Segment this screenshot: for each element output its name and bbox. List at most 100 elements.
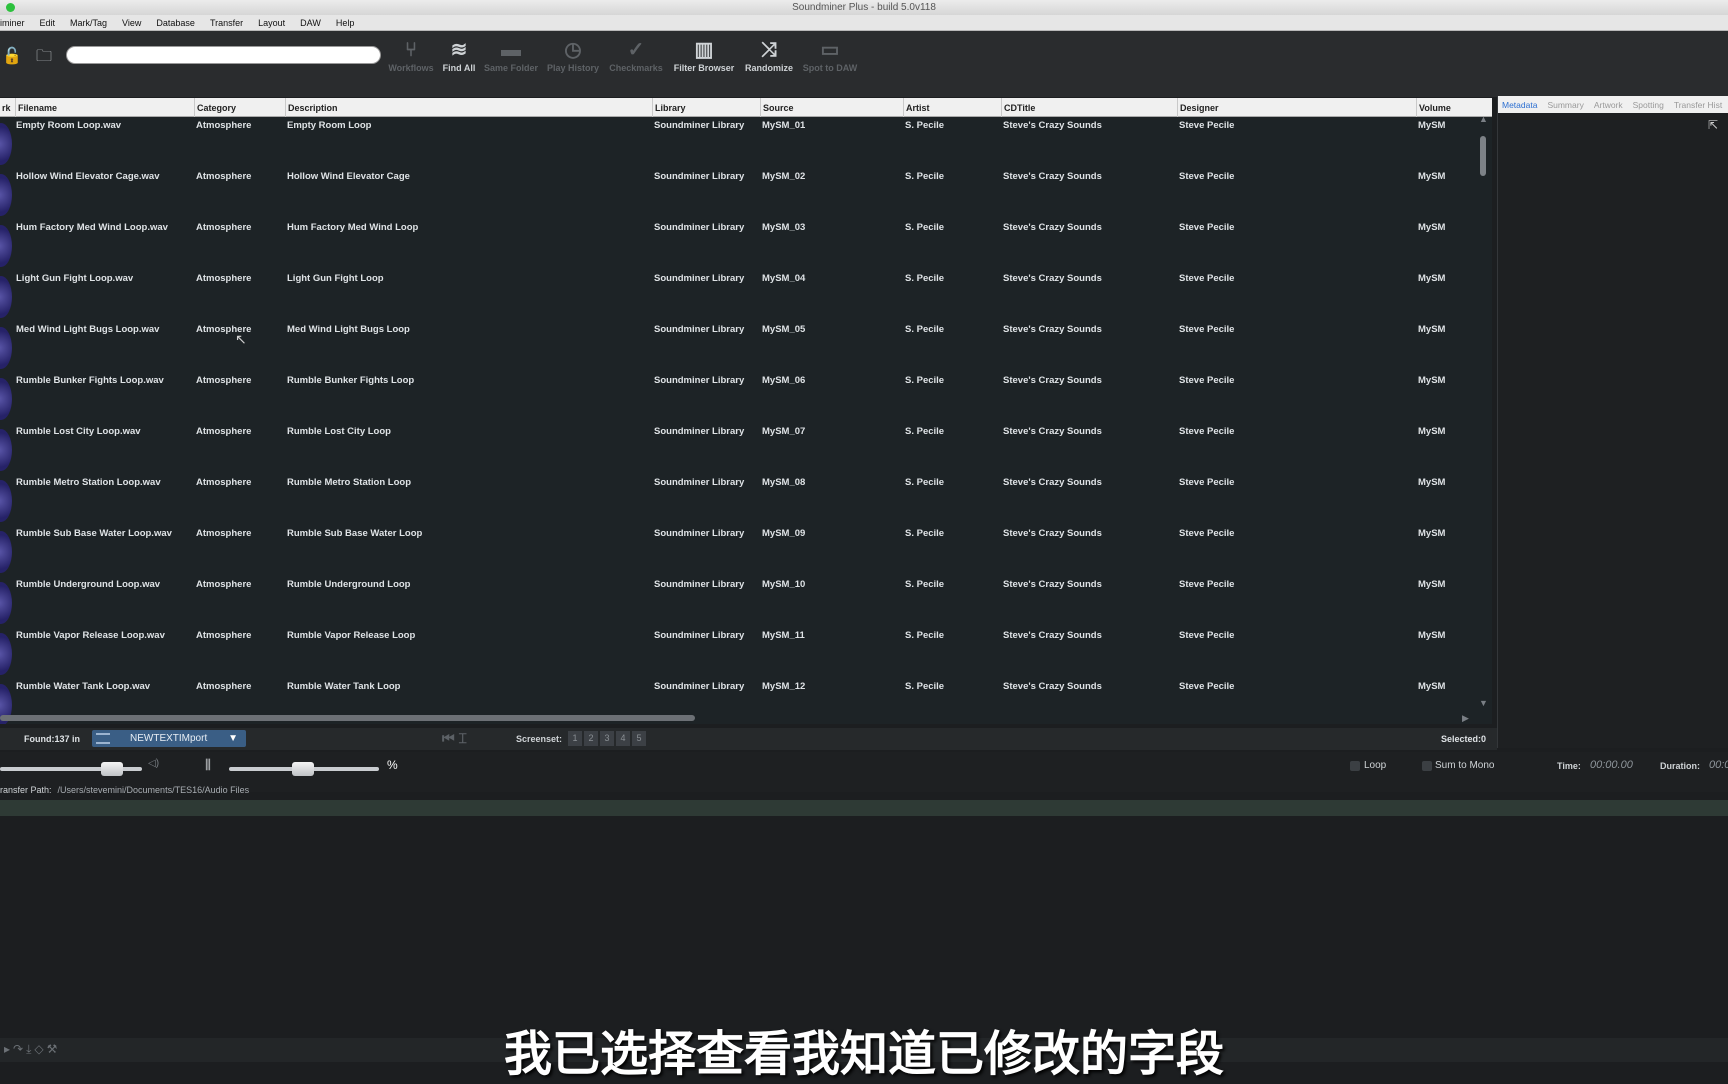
- columns-icon: ▥: [694, 39, 714, 61]
- speaker-icon[interactable]: ◁): [148, 758, 159, 769]
- menu-view[interactable]: View: [122, 18, 141, 28]
- pitch-slider-knob[interactable]: [292, 762, 314, 776]
- table-row[interactable]: Med Wind Light Bugs Loop.wav Atmosphere Me…: [0, 321, 1480, 372]
- spot-to-daw-button[interactable]: ▭ Spot to DAW: [798, 37, 862, 73]
- screenset-button-1[interactable]: 1: [568, 731, 582, 746]
- cell-designer: Steve Pecile: [1179, 375, 1235, 386]
- tab-spotting[interactable]: Spotting: [1633, 100, 1664, 110]
- vertical-scroll-thumb[interactable]: [1480, 136, 1486, 176]
- waveform-thumbnail[interactable]: [0, 123, 12, 165]
- tab-summary[interactable]: Summary: [1547, 100, 1583, 110]
- horizontal-scrollbar[interactable]: ▶: [0, 713, 1470, 723]
- cell-artist: S. Pecile: [905, 324, 945, 335]
- piano-keys-icon[interactable]: ⫼: [205, 757, 211, 773]
- panel-divider[interactable]: [0, 800, 1728, 816]
- cell-category: Atmosphere: [196, 477, 252, 488]
- table-row[interactable]: Rumble Bunker Fights Loop.wav Atmosphere R…: [0, 372, 1480, 423]
- cell-filename: Empty Room Loop.wav: [16, 120, 122, 131]
- window-title: Soundminer Plus - build 5.0v118: [792, 2, 936, 13]
- menu-help[interactable]: Help: [336, 18, 355, 28]
- transfer-path-value[interactable]: /Users/stevemini/Documents/TES16/Audio F…: [58, 785, 250, 795]
- menu-database[interactable]: Database: [156, 18, 195, 28]
- waveform-thumbnail[interactable]: [0, 531, 12, 573]
- column-header-volume[interactable]: Volume: [1416, 98, 1451, 117]
- waveform-thumbnail[interactable]: [0, 276, 12, 318]
- cell-filename: Rumble Underground Loop.wav: [16, 579, 161, 590]
- table-row[interactable]: Hollow Wind Elevator Cage.wav Atmosphere H…: [0, 168, 1480, 219]
- screenset-button-4[interactable]: 4: [616, 731, 630, 746]
- table-row[interactable]: Rumble Sub Base Water Loop.wav Atmosphere…: [0, 525, 1480, 576]
- database-select[interactable]: NEWTEXTIMport ▼: [92, 730, 246, 747]
- cell-designer: Steve Pecile: [1179, 273, 1235, 284]
- waveform-thumbnail[interactable]: [0, 378, 12, 420]
- screenset-button-2[interactable]: 2: [584, 731, 598, 746]
- cell-designer: Steve Pecile: [1179, 579, 1235, 590]
- menu-mark-tag[interactable]: Mark/Tag: [70, 18, 107, 28]
- window-zoom-button[interactable]: [6, 3, 15, 12]
- search-input[interactable]: [66, 46, 381, 64]
- column-header-artist[interactable]: Artist: [903, 98, 930, 117]
- column-header-source[interactable]: Source: [760, 98, 794, 117]
- sum-to-mono-checkbox[interactable]: [1422, 761, 1432, 771]
- table-row[interactable]: Rumble Underground Loop.wav Atmosphere Rum…: [0, 576, 1480, 627]
- filter-browser-button[interactable]: ▥ Filter Browser: [672, 37, 736, 73]
- cell-filename: Rumble Water Tank Loop.wav: [16, 681, 151, 692]
- waveform-thumbnail[interactable]: [0, 225, 12, 267]
- horizontal-scroll-thumb[interactable]: [0, 715, 695, 721]
- volume-slider-knob[interactable]: [101, 762, 123, 776]
- table-row[interactable]: Empty Room Loop.wav Atmosphere Empty Room …: [0, 117, 1480, 168]
- play-history-button[interactable]: ◷ Play History: [541, 37, 605, 73]
- cell-artist: S. Pecile: [905, 375, 945, 386]
- table-row[interactable]: Light Gun Fight Loop.wav Atmosphere Light …: [0, 270, 1480, 321]
- lock-icon[interactable]: 🔓: [0, 45, 24, 69]
- column-header-description[interactable]: Description: [285, 98, 338, 117]
- scroll-right-icon[interactable]: ▶: [1462, 713, 1469, 724]
- expand-icon[interactable]: ⇱: [1708, 118, 1718, 132]
- cell-source: MySM_05: [762, 324, 806, 335]
- column-header-library[interactable]: Library: [652, 98, 686, 117]
- loop-checkbox[interactable]: [1350, 761, 1360, 771]
- table-row[interactable]: Rumble Vapor Release Loop.wav Atmosphere R…: [0, 627, 1480, 678]
- menu-edit[interactable]: Edit: [40, 18, 56, 28]
- menu-layout[interactable]: Layout: [258, 18, 285, 28]
- checkmarks-button[interactable]: ✓ Checkmarks: [604, 37, 668, 73]
- column-header-category[interactable]: Category: [194, 98, 236, 117]
- same-folder-button[interactable]: ▬ Same Folder: [479, 37, 543, 73]
- waveform-thumbnail[interactable]: [0, 174, 12, 216]
- waveform-thumbnail[interactable]: [0, 327, 12, 369]
- cell-cdtitle: Steve's Crazy Sounds: [1003, 324, 1102, 335]
- tab-artwork[interactable]: Artwork: [1594, 100, 1623, 110]
- menu-transfer[interactable]: Transfer: [210, 18, 243, 28]
- browse-folder-icon[interactable]: 🗀: [32, 45, 56, 69]
- table-row[interactable]: Rumble Metro Station Loop.wav Atmosphere R…: [0, 474, 1480, 525]
- table-row[interactable]: Rumble Lost City Loop.wav Atmosphere Rumbl…: [0, 423, 1480, 474]
- waveform-thumbnail[interactable]: [0, 633, 12, 675]
- cell-volume: MySM: [1418, 222, 1446, 233]
- randomize-button[interactable]: ⤨ Randomize: [737, 37, 801, 73]
- menu-app[interactable]: iminer: [0, 18, 25, 28]
- cell-library: Soundminer Library: [654, 375, 745, 386]
- cell-description: Rumble Vapor Release Loop: [287, 630, 416, 641]
- history-icon: ◷: [564, 39, 582, 61]
- screenset-button-3[interactable]: 3: [600, 731, 614, 746]
- column-header-designer[interactable]: Designer: [1177, 98, 1219, 117]
- cell-artist: S. Pecile: [905, 630, 945, 641]
- menu-daw[interactable]: DAW: [300, 18, 321, 28]
- scroll-down-icon[interactable]: ▼: [1479, 698, 1488, 708]
- cell-description: Rumble Water Tank Loop: [287, 681, 401, 692]
- screenset-button-5[interactable]: 5: [632, 731, 646, 746]
- monitor-icon: ▭: [820, 39, 840, 61]
- navigation-icons[interactable]: ⏮ ⌶: [442, 730, 467, 747]
- table-row[interactable]: Hum Factory Med Wind Loop.wav Atmosphere H…: [0, 219, 1480, 270]
- transfer-path: ransfer Path: /Users/stevemini/Documents/…: [0, 785, 249, 795]
- tab-metadata[interactable]: Metadata: [1502, 100, 1537, 110]
- column-header-rk[interactable]: rk: [0, 98, 11, 117]
- column-header-cdtitle[interactable]: CDTitle: [1001, 98, 1035, 117]
- waveform-thumbnail[interactable]: [0, 429, 12, 471]
- scroll-up-icon[interactable]: ▲: [1479, 114, 1488, 124]
- tab-transfer-history[interactable]: Transfer Hist: [1674, 100, 1722, 110]
- vertical-scrollbar[interactable]: ▲ ▼: [1478, 114, 1488, 712]
- waveform-thumbnail[interactable]: [0, 582, 12, 624]
- column-header-filename[interactable]: Filename: [15, 98, 57, 117]
- waveform-thumbnail[interactable]: [0, 480, 12, 522]
